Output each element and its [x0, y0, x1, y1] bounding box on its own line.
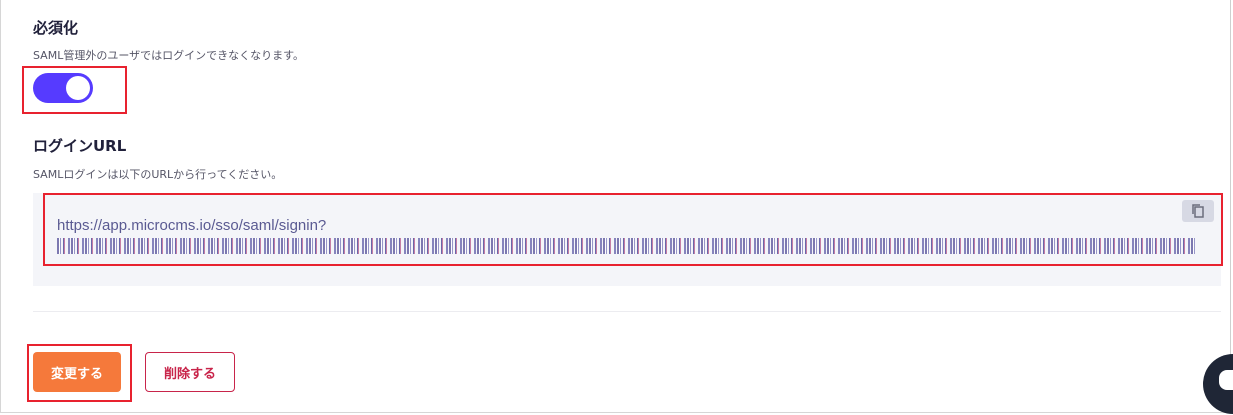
login-url-title: ログインURL [33, 137, 127, 155]
chat-icon [1219, 370, 1233, 390]
delete-button[interactable]: 削除する [145, 352, 235, 392]
login-url-redacted-token [57, 238, 1195, 254]
enforce-title: 必須化 [33, 19, 79, 37]
login-url-description: SAMLログインは以下のURLから行ってください。 [33, 168, 283, 181]
login-url-text[interactable]: https://app.microcms.io/sso/saml/signin? [57, 217, 326, 234]
copy-icon [1192, 204, 1204, 218]
copy-url-button[interactable] [1182, 200, 1214, 222]
toggle-knob [66, 76, 90, 100]
enforce-toggle[interactable] [33, 73, 93, 103]
divider [33, 311, 1221, 312]
enforce-description: SAML管理外のユーザではログインできなくなります。 [33, 49, 305, 62]
submit-button[interactable]: 変更する [33, 352, 121, 392]
